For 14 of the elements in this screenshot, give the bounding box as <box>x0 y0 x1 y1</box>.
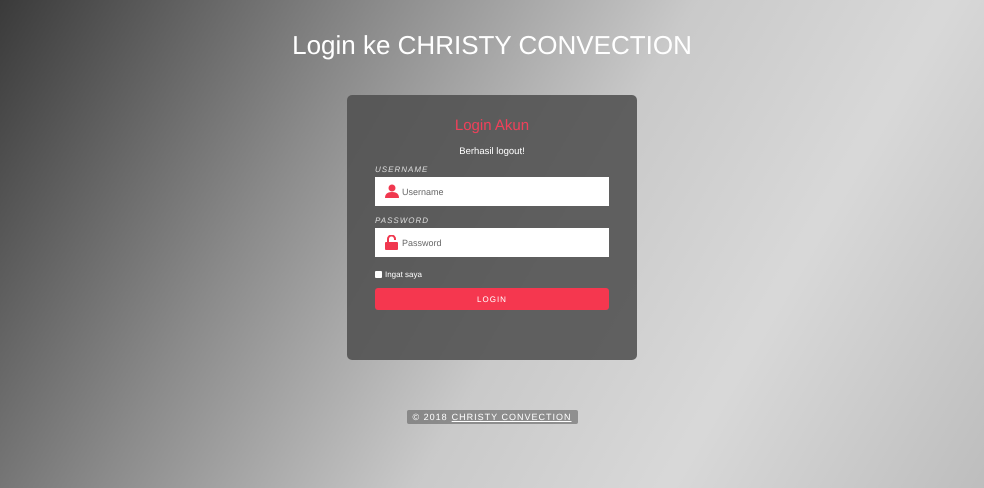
text-field[interactable]: Username <box>375 177 609 206</box>
field-label: PASSWORD <box>375 216 430 225</box>
page-title: Login ke CHRISTY CONVECTION <box>292 30 692 62</box>
password-field[interactable]: Password <box>375 228 609 257</box>
remember-checkbox[interactable] <box>375 271 382 278</box>
copyright-text: © 2018 <box>412 412 448 422</box>
user-icon <box>385 184 399 198</box>
login-button[interactable]: LOGIN <box>375 288 609 310</box>
field-label: USERNAME <box>375 165 430 174</box>
form-heading: Login Akun <box>454 117 530 134</box>
footer-link[interactable]: CHRISTY CONVECTION <box>452 412 572 422</box>
remember-label: Ingat saya <box>385 270 422 279</box>
status-message: Berhasil logout! <box>459 146 525 157</box>
unlocked-padlock-icon <box>385 235 398 250</box>
